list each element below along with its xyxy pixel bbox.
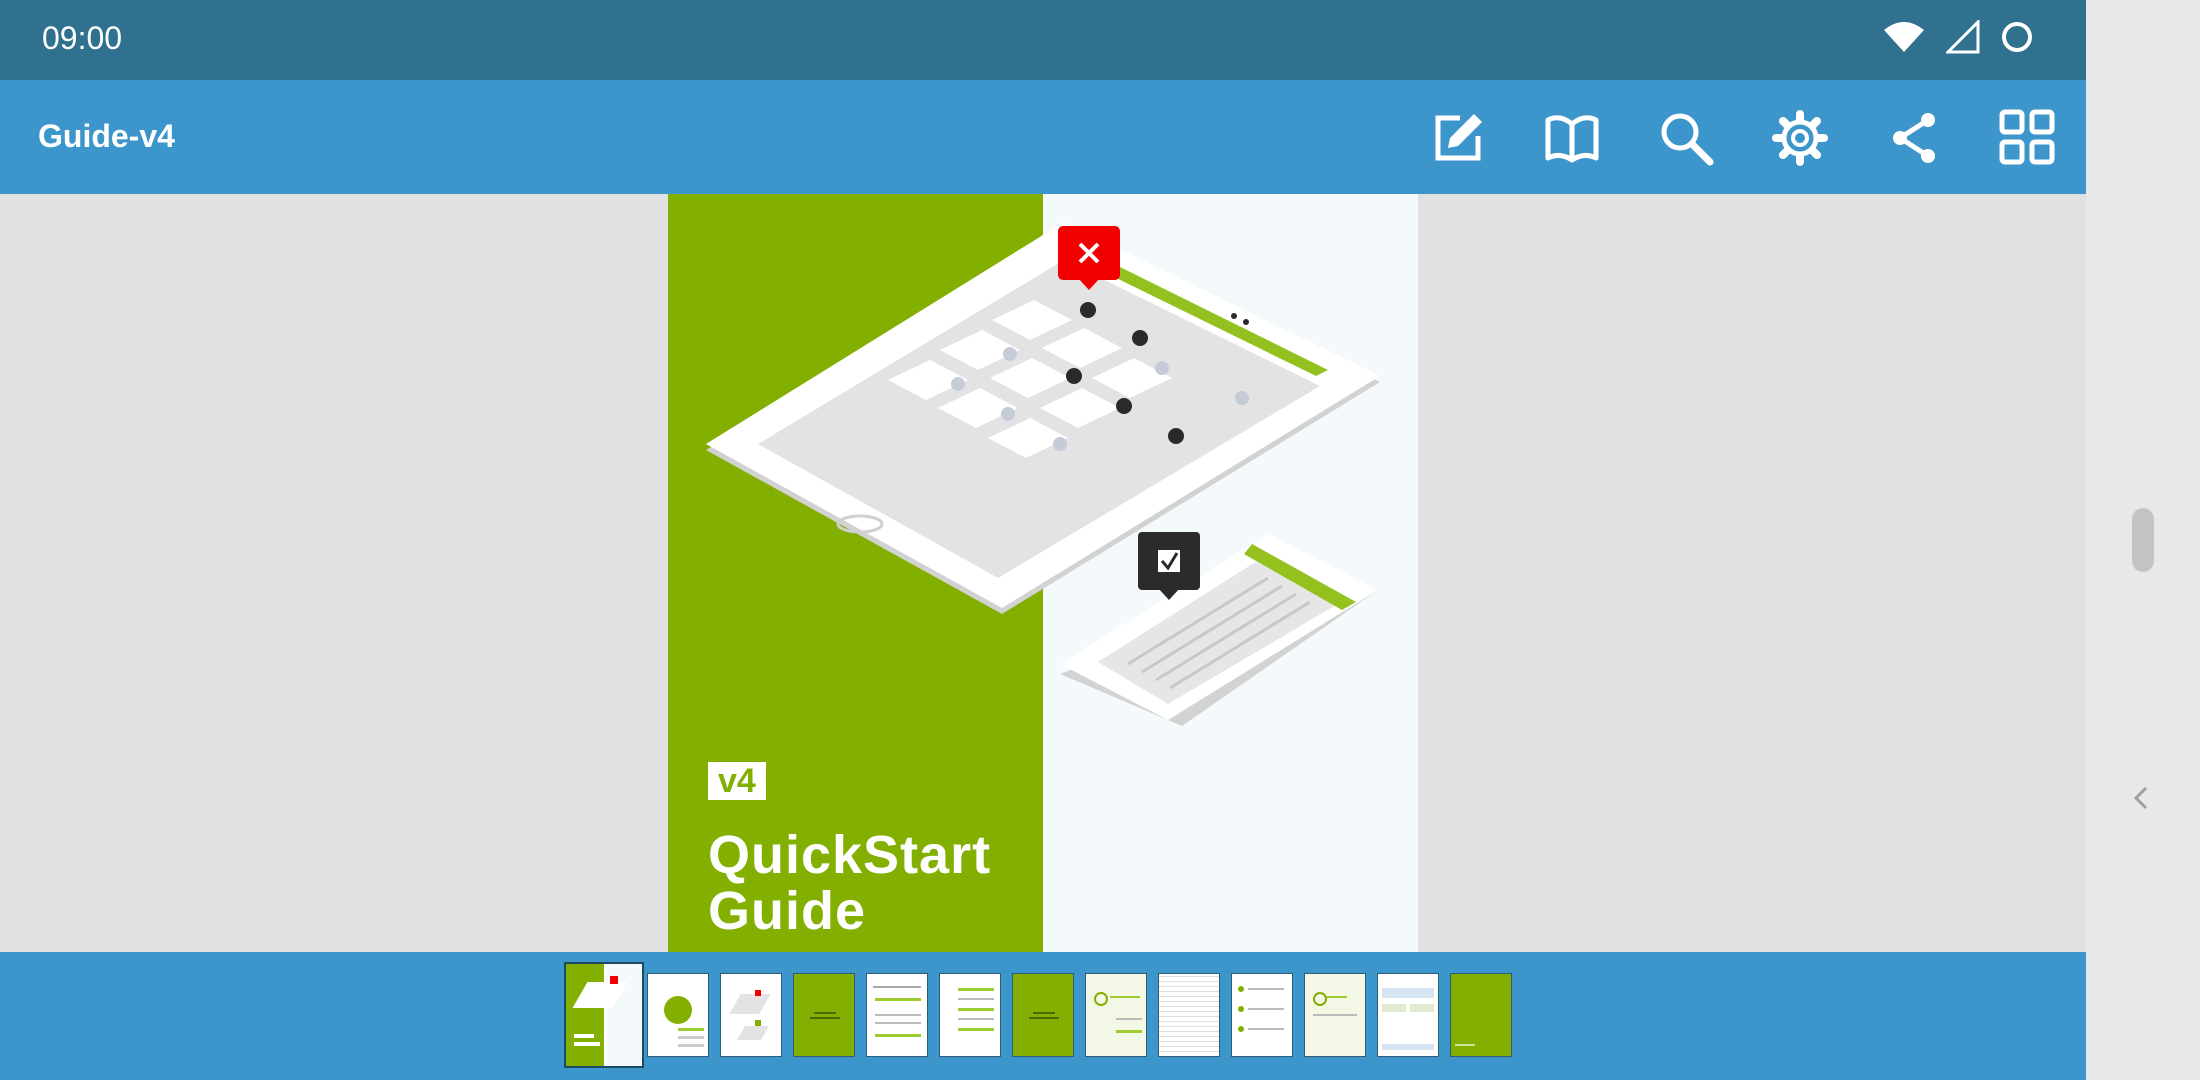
edit-button[interactable]	[1422, 102, 1494, 174]
battery-circle-icon	[2002, 22, 2032, 52]
page-thumbnail-1[interactable]	[564, 962, 644, 1068]
version-badge: v4	[708, 762, 766, 800]
page-thumbnail-4[interactable]	[793, 973, 855, 1057]
page-thumbnail-9[interactable]	[1158, 973, 1220, 1057]
chevron-left-icon	[2133, 786, 2148, 810]
page-thumbnail-12[interactable]	[1377, 973, 1439, 1057]
reading-mode-button[interactable]	[1536, 102, 1608, 174]
page-thumbnail-2[interactable]	[647, 973, 709, 1057]
search-button[interactable]	[1650, 102, 1722, 174]
edit-icon	[1435, 114, 1482, 161]
page-thumbnail-6[interactable]	[939, 973, 1001, 1057]
wifi-icon	[1884, 22, 1924, 52]
page-thumbnail-strip	[0, 952, 2086, 1080]
grid-icon	[1999, 109, 2055, 165]
share-button[interactable]	[1878, 102, 1950, 174]
settings-icon	[1772, 110, 1828, 166]
page-thumbnail-5[interactable]	[866, 973, 928, 1057]
cover-title-line-1: QuickStart	[708, 825, 992, 885]
document-viewer[interactable]: v4 QuickStart Guide	[0, 194, 2086, 952]
side-panel-toggle[interactable]	[2126, 778, 2156, 818]
page-thumbnail-8[interactable]	[1085, 973, 1147, 1057]
search-icon	[1661, 113, 1714, 166]
page-thumbnail-10[interactable]	[1231, 973, 1293, 1057]
cover-illustration	[706, 222, 1380, 726]
status-bar: 09:00	[0, 0, 2086, 80]
book-icon	[1545, 115, 1599, 163]
status-icons	[1882, 20, 2034, 54]
page-thumbnail-3[interactable]	[720, 973, 782, 1057]
page-thumbnail-11[interactable]	[1304, 973, 1366, 1057]
page-thumbnail-7[interactable]	[1012, 973, 1074, 1057]
settings-button[interactable]	[1764, 102, 1836, 174]
cover-title-line-2: Guide	[708, 881, 867, 941]
share-icon	[1893, 113, 1935, 163]
document-page: v4 QuickStart Guide	[668, 194, 1418, 952]
app-bar: Guide-v4	[0, 80, 2086, 194]
document-title: Guide-v4	[38, 118, 175, 154]
page-grid-button[interactable]	[1992, 102, 2064, 174]
scrollbar-thumb[interactable]	[2132, 508, 2154, 572]
page-thumbnail-13[interactable]	[1450, 973, 1512, 1057]
status-time: 09:00	[42, 20, 123, 56]
cell-signal-icon	[1946, 20, 1980, 54]
